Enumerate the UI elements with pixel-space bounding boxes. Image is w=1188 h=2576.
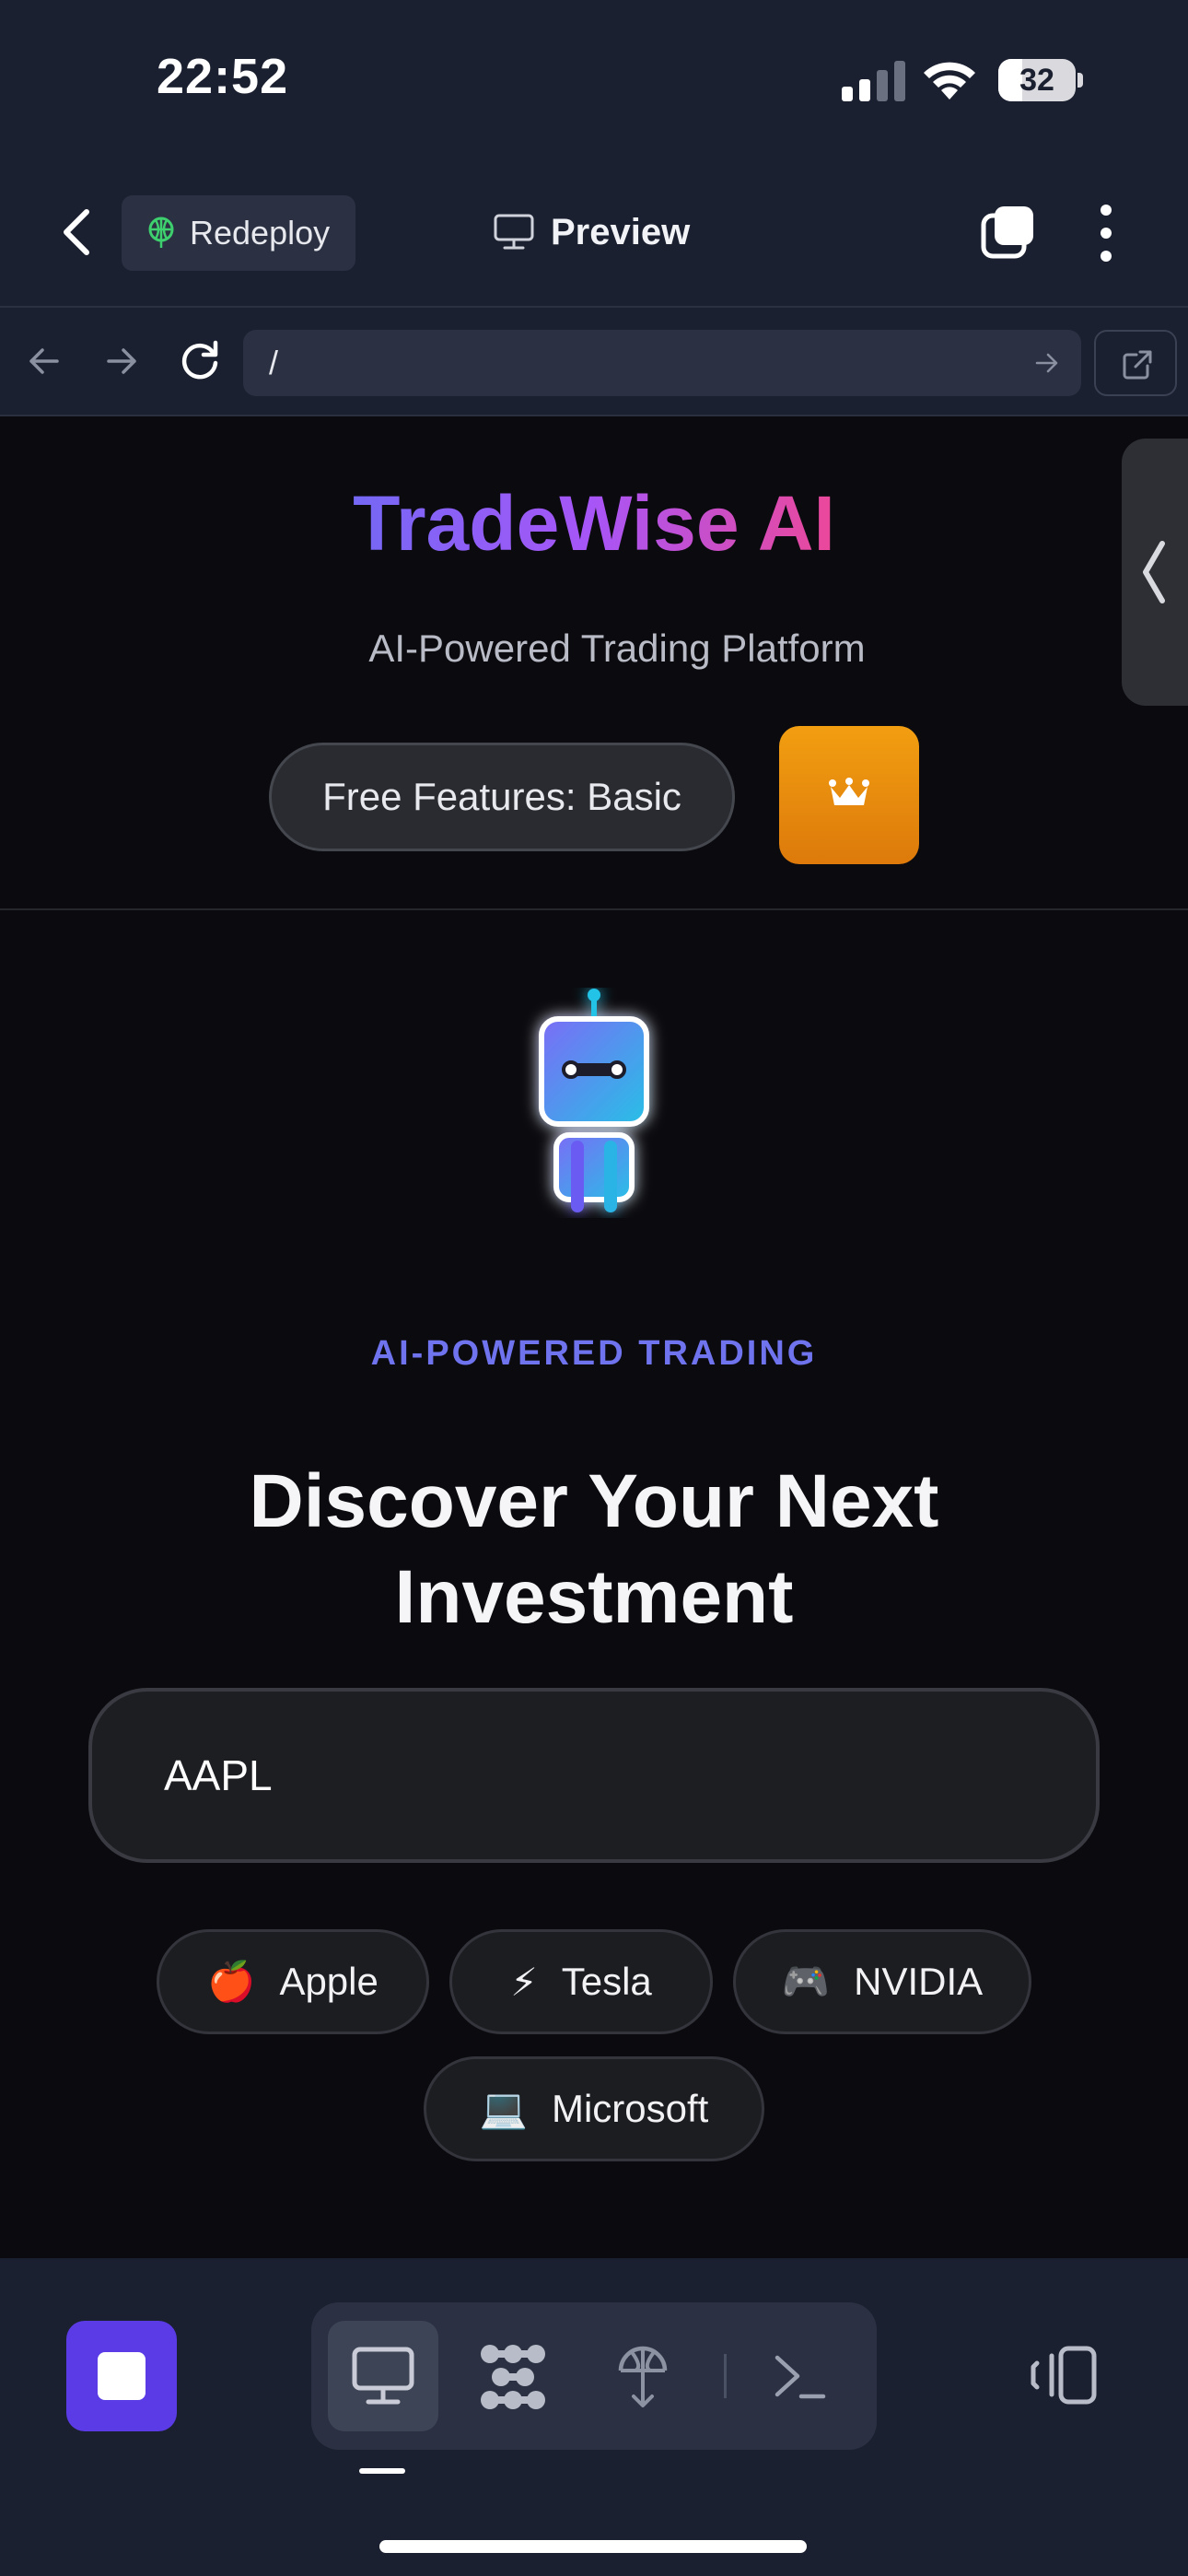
url-value: / xyxy=(269,344,279,381)
home-indicator xyxy=(379,2540,807,2553)
more-vertical-icon[interactable] xyxy=(1092,203,1120,263)
tagline: AI-POWERED TRADING xyxy=(370,1334,818,1373)
app-subtitle: AI-Powered Trading Platform xyxy=(368,626,866,670)
lightning-icon: ⚡ xyxy=(510,1960,538,2004)
globe-deploy-icon xyxy=(148,217,174,248)
features-badge[interactable]: Free Features: Basic xyxy=(269,743,735,851)
redeploy-label: Redeploy xyxy=(190,214,331,252)
stop-icon xyxy=(98,2352,146,2400)
battery-level: 32 xyxy=(1019,63,1054,98)
chip-apple[interactable]: 🍎 Apple xyxy=(157,1929,429,2034)
browser-toolbar: / xyxy=(0,306,1188,416)
toolbar-separator xyxy=(724,2354,727,2398)
robot-icon xyxy=(539,989,649,1212)
cluster-icon[interactable] xyxy=(477,2343,549,2411)
premium-button[interactable] xyxy=(779,726,919,864)
tool-switcher xyxy=(311,2302,877,2450)
app-title: TradeWise AI xyxy=(353,480,835,567)
terminal-icon[interactable] xyxy=(772,2348,827,2404)
layout-toggle-icon[interactable] xyxy=(1030,2345,1098,2406)
chip-microsoft[interactable]: 💻 Microsoft xyxy=(424,2056,764,2161)
wifi-icon xyxy=(924,62,975,100)
chip-nvidia[interactable]: 🎮 NVIDIA xyxy=(733,1929,1031,2034)
go-arrow-icon[interactable] xyxy=(1035,352,1059,374)
header-divider xyxy=(0,908,1188,910)
signal-icon xyxy=(842,61,905,101)
laptop-icon: 💻 xyxy=(479,2086,528,2130)
deploy-icon[interactable] xyxy=(615,2339,670,2413)
chip-label: Microsoft xyxy=(551,2087,709,2130)
desktop-tab[interactable] xyxy=(328,2321,438,2431)
ticker-search-value: AAPL xyxy=(164,1751,273,1799)
gamepad-icon: 🎮 xyxy=(781,1959,831,2003)
bottom-toolbar xyxy=(0,2258,1188,2576)
preview-title: Preview xyxy=(494,205,690,260)
monitor-icon xyxy=(494,214,534,250)
headline: Discover Your Next Investment xyxy=(249,1459,939,1639)
web-preview: TradeWise AI AI-Powered Trading Platform… xyxy=(0,416,1188,2258)
app-header: 22:52 32 Redeploy Preview xyxy=(0,0,1188,306)
chip-label: Tesla xyxy=(561,1960,652,2003)
arrow-right-icon[interactable] xyxy=(103,343,140,380)
side-panel-handle[interactable] xyxy=(1122,439,1188,706)
arrow-left-icon[interactable] xyxy=(26,343,63,380)
chip-tesla[interactable]: ⚡ Tesla xyxy=(449,1929,713,2034)
chevron-left-icon xyxy=(1143,541,1165,603)
battery-indicator: 32 xyxy=(998,59,1083,101)
status-time: 22:52 xyxy=(157,49,289,104)
desktop-icon xyxy=(352,2347,414,2405)
reload-icon[interactable] xyxy=(177,337,223,383)
chip-label: NVIDIA xyxy=(854,1960,984,2003)
crown-icon xyxy=(829,778,869,805)
stop-button[interactable] xyxy=(66,2321,177,2431)
apple-icon: 🍎 xyxy=(207,1959,256,2003)
chip-label: Apple xyxy=(279,1960,379,2003)
chevron-left-icon[interactable] xyxy=(53,205,99,260)
open-external-button[interactable] xyxy=(1094,330,1177,396)
url-input[interactable]: / xyxy=(243,330,1081,396)
active-tab-indicator xyxy=(359,2468,405,2474)
ticker-search-input[interactable]: AAPL xyxy=(88,1688,1100,1863)
tabs-icon[interactable] xyxy=(980,205,1035,260)
external-link-icon xyxy=(1123,350,1152,380)
preview-label: Preview xyxy=(551,211,691,252)
redeploy-button[interactable]: Redeploy xyxy=(122,195,355,271)
